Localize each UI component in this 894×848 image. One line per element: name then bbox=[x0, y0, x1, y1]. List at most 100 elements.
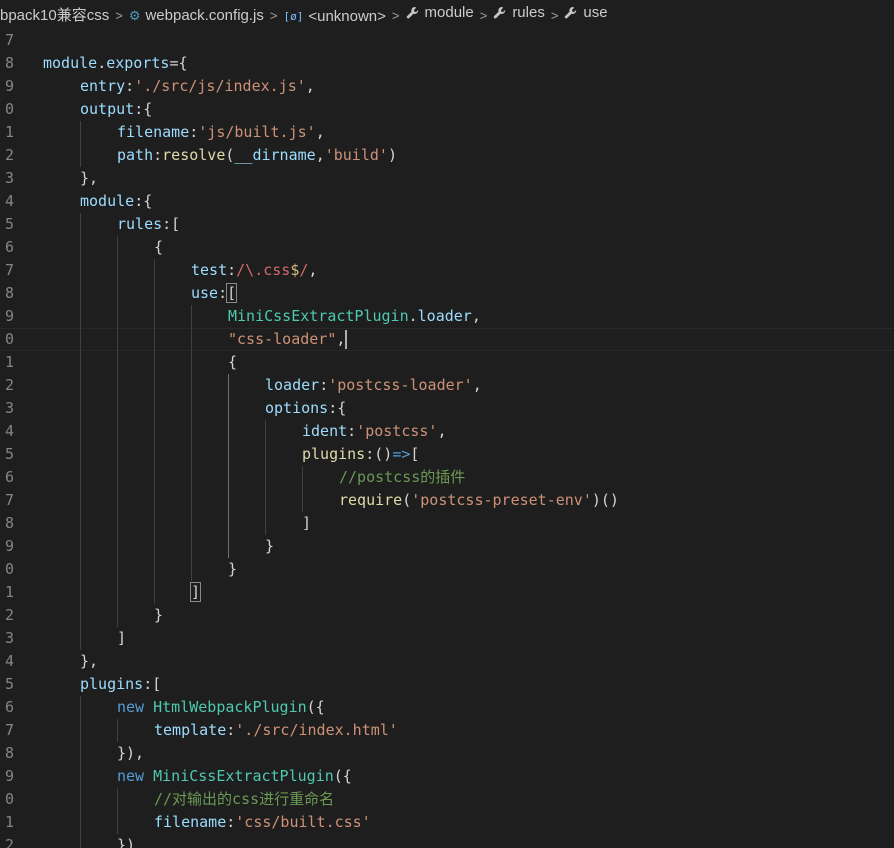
code-token: './src/js/index.js' bbox=[134, 77, 306, 95]
code-line[interactable]: 6{ bbox=[0, 236, 894, 259]
code-token: :[ bbox=[162, 215, 181, 233]
line-number: 4 bbox=[4, 192, 14, 210]
code-token: , bbox=[315, 146, 325, 164]
code-text: require('postcss-preset-env')() bbox=[339, 489, 619, 512]
line-number: 6 bbox=[4, 698, 14, 716]
code-token: }) bbox=[117, 836, 136, 848]
code-text: MiniCssExtractPlugin.loader, bbox=[228, 305, 481, 328]
breadcrumb-label: use bbox=[583, 4, 608, 21]
code-line[interactable]: 2 path:resolve(__dirname,'build') bbox=[0, 144, 894, 167]
code-token: new bbox=[117, 767, 145, 785]
breadcrumb-separator: > bbox=[550, 8, 559, 23]
line-number: 5 bbox=[4, 445, 14, 463]
breadcrumb-label: bpack10兼容css bbox=[0, 7, 110, 24]
code-line[interactable]: 5 rules:[ bbox=[0, 213, 894, 236]
code-line[interactable]: 8 use:[ bbox=[0, 282, 894, 305]
code-token: MiniCssExtractPlugin bbox=[228, 307, 409, 325]
bracket-match: [ bbox=[226, 283, 238, 303]
code-line[interactable]: 3}, bbox=[0, 167, 894, 190]
code-line[interactable]: 5 plugins:()=>[ bbox=[0, 443, 894, 466]
code-text: filename:'css/built.css' bbox=[154, 811, 371, 834]
code-token: :{ bbox=[134, 100, 153, 118]
code-line[interactable]: 2 loader:'postcss-loader', bbox=[0, 374, 894, 397]
code-line[interactable]: 9 entry:'./src/js/index.js', bbox=[0, 75, 894, 98]
line-number: 1 bbox=[4, 123, 14, 141]
code-token: :{ bbox=[134, 192, 153, 210]
code-line[interactable]: 7 require('postcss-preset-env')() bbox=[0, 489, 894, 512]
code-line[interactable]: 6 //postcss的插件 bbox=[0, 466, 894, 489]
code-token: . bbox=[97, 54, 107, 72]
code-line[interactable]: 7 bbox=[0, 29, 894, 52]
code-text: plugins:[ bbox=[80, 673, 161, 696]
code-line[interactable]: 0} bbox=[0, 558, 894, 581]
breadcrumb-item[interactable]: module bbox=[406, 0, 474, 26]
line-number: 2 bbox=[4, 146, 14, 164]
code-line[interactable]: 9} bbox=[0, 535, 894, 558]
line-number: 3 bbox=[4, 399, 14, 417]
code-line[interactable]: 3] bbox=[0, 627, 894, 650]
code-token: :[ bbox=[143, 675, 162, 693]
code-line[interactable]: 4 module:{ bbox=[0, 190, 894, 213]
code-token: css bbox=[263, 261, 291, 279]
code-token: { bbox=[228, 353, 238, 371]
code-token: use bbox=[191, 284, 219, 302]
breadcrumb-item[interactable]: [ø] <unknown> bbox=[283, 4, 385, 26]
code-text: }, bbox=[80, 650, 98, 673]
code-token: options bbox=[265, 399, 329, 417]
code-token: filename bbox=[154, 813, 227, 831]
code-line[interactable]: 1 filename:'css/built.css' bbox=[0, 811, 894, 834]
code-editor[interactable]: 7 8 module.exports={9 entry:'./src/js/index… bbox=[0, 26, 894, 848]
code-token: HtmlWebpackPlugin bbox=[153, 698, 307, 716]
code-text: ] bbox=[302, 512, 311, 535]
code-line[interactable]: 1{ bbox=[0, 351, 894, 374]
code-token: ({ bbox=[306, 698, 325, 716]
code-text: module.exports={ bbox=[43, 52, 188, 75]
code-text: //对输出的css进行重命名 bbox=[154, 788, 334, 811]
code-line[interactable]: 8 module.exports={ bbox=[0, 52, 894, 75]
code-line[interactable]: 7 template:'./src/index.html' bbox=[0, 719, 894, 742]
code-line[interactable]: 4}, bbox=[0, 650, 894, 673]
line-number: 4 bbox=[4, 652, 14, 670]
code-text: ident:'postcss', bbox=[302, 420, 447, 443]
code-line[interactable]: 0 output:{ bbox=[0, 98, 894, 121]
code-token: loader bbox=[417, 307, 472, 325]
code-line[interactable]: 0 "css-loader", bbox=[0, 328, 894, 351]
line-number: 2 bbox=[4, 376, 14, 394]
code-line[interactable]: 3 options:{ bbox=[0, 397, 894, 420]
code-line[interactable]: 2}) bbox=[0, 834, 894, 848]
code-token: { bbox=[154, 238, 164, 256]
code-line[interactable]: 0 //对输出的css进行重命名 bbox=[0, 788, 894, 811]
code-line[interactable]: 8] bbox=[0, 512, 894, 535]
wrench-icon bbox=[406, 6, 420, 20]
code-token: "css-loader" bbox=[228, 330, 337, 348]
code-token: ) bbox=[387, 146, 397, 164]
code-token: /\. bbox=[236, 261, 264, 279]
code-token: :{ bbox=[328, 399, 347, 417]
code-line[interactable]: 5 plugins:[ bbox=[0, 673, 894, 696]
code-token: }, bbox=[80, 652, 99, 670]
line-number: 0 bbox=[4, 330, 14, 348]
code-text: }, bbox=[80, 167, 98, 190]
line-number: 3 bbox=[4, 629, 14, 647]
code-line[interactable]: 1] bbox=[0, 581, 894, 604]
code-line[interactable]: 6 new HtmlWebpackPlugin({ bbox=[0, 696, 894, 719]
code-line[interactable]: 7 test:/\.css$/, bbox=[0, 259, 894, 282]
breadcrumb-item[interactable]: ⚙ webpack.config.js bbox=[129, 3, 264, 26]
breadcrumb-item[interactable]: use bbox=[564, 0, 608, 26]
code-token: ={ bbox=[169, 54, 188, 72]
code-text: template:'./src/index.html' bbox=[154, 719, 398, 742]
code-line[interactable]: 2} bbox=[0, 604, 894, 627]
code-line[interactable]: 4 ident:'postcss', bbox=[0, 420, 894, 443]
code-line[interactable]: 1 filename:'js/built.js', bbox=[0, 121, 894, 144]
breadcrumb-separator: > bbox=[115, 8, 123, 23]
line-number: 8 bbox=[4, 54, 14, 72]
code-token: : bbox=[227, 261, 237, 279]
code-line[interactable]: 9 MiniCssExtractPlugin.loader, bbox=[0, 305, 894, 328]
code-token: [ bbox=[410, 445, 420, 463]
code-token: : bbox=[226, 721, 236, 739]
code-text: output:{ bbox=[80, 98, 152, 121]
breadcrumb-item[interactable]: rules bbox=[493, 0, 545, 26]
code-line[interactable]: 9 new MiniCssExtractPlugin({ bbox=[0, 765, 894, 788]
code-line[interactable]: 8}), bbox=[0, 742, 894, 765]
breadcrumb-item[interactable]: bpack10兼容css bbox=[0, 3, 109, 26]
